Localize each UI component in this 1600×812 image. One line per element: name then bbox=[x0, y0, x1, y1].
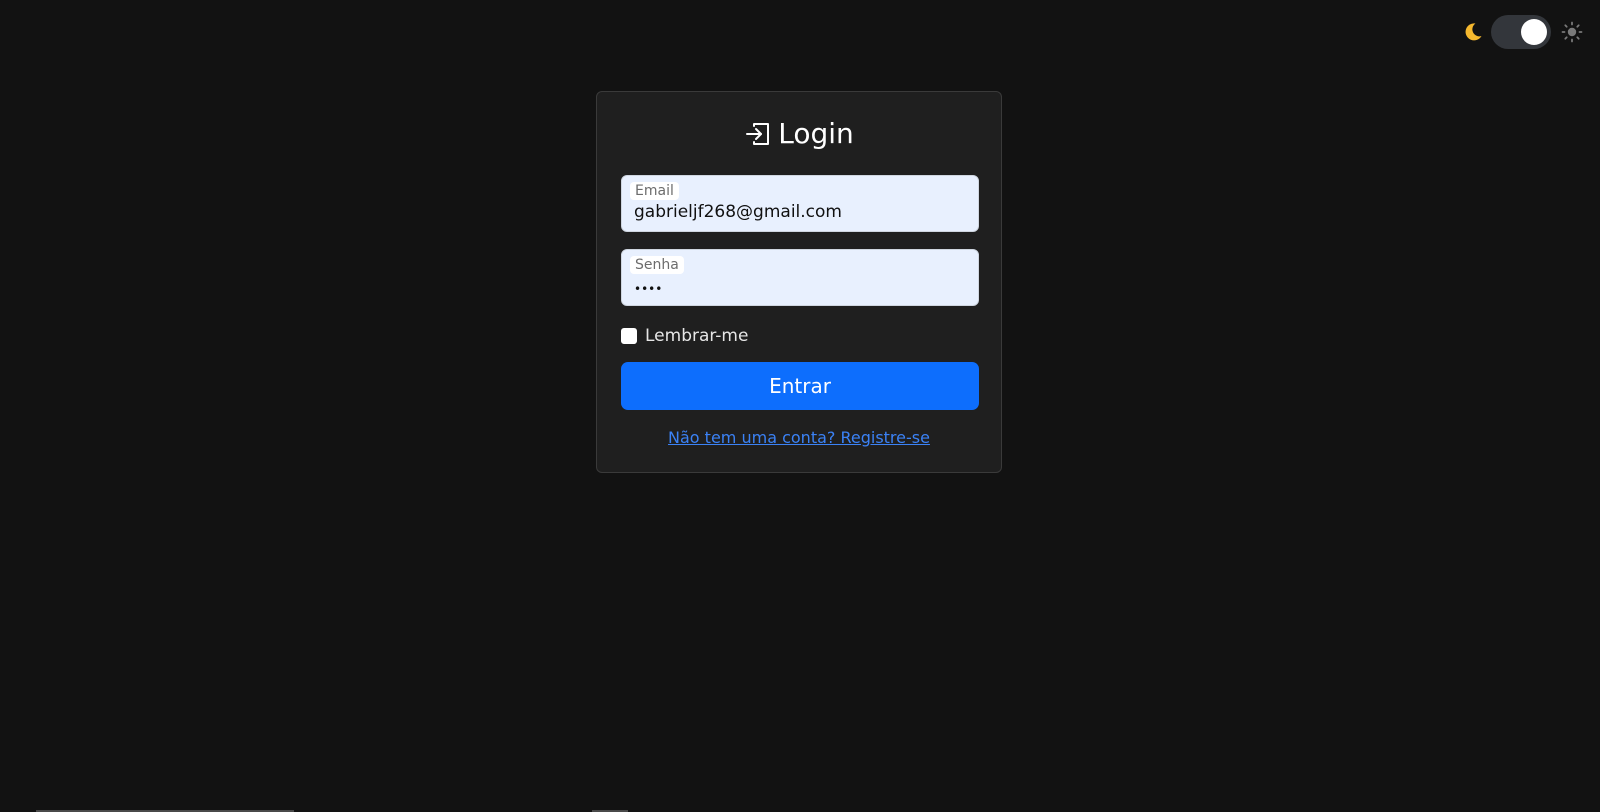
email-value: gabrieljf268@gmail.com bbox=[634, 202, 842, 222]
login-title-text: Login bbox=[778, 117, 854, 150]
remember-me-checkbox[interactable] bbox=[621, 328, 637, 344]
register-link[interactable]: Não tem uma conta? Registre-se bbox=[668, 428, 930, 447]
login-title: Login bbox=[597, 114, 1001, 154]
email-field[interactable]: Email gabrieljf268@gmail.com bbox=[621, 175, 979, 232]
login-button[interactable]: Entrar bbox=[621, 362, 979, 410]
register-link-container: Não tem uma conta? Registre-se bbox=[597, 427, 1001, 449]
theme-toggle[interactable] bbox=[1461, 15, 1584, 49]
password-label: Senha bbox=[630, 256, 684, 274]
password-value: •••• bbox=[634, 282, 663, 296]
login-card: Login Email gabrieljf268@gmail.com Senha… bbox=[596, 91, 1002, 473]
remember-me: Lembrar-me bbox=[621, 325, 748, 347]
theme-switch[interactable] bbox=[1491, 15, 1551, 49]
remember-me-label[interactable]: Lembrar-me bbox=[645, 325, 748, 347]
sun-icon bbox=[1560, 20, 1584, 44]
password-field[interactable]: Senha •••• bbox=[621, 249, 979, 306]
box-arrow-in-right-icon bbox=[744, 120, 772, 148]
moon-icon bbox=[1461, 20, 1485, 44]
email-label: Email bbox=[630, 182, 679, 200]
theme-switch-knob bbox=[1521, 19, 1547, 45]
